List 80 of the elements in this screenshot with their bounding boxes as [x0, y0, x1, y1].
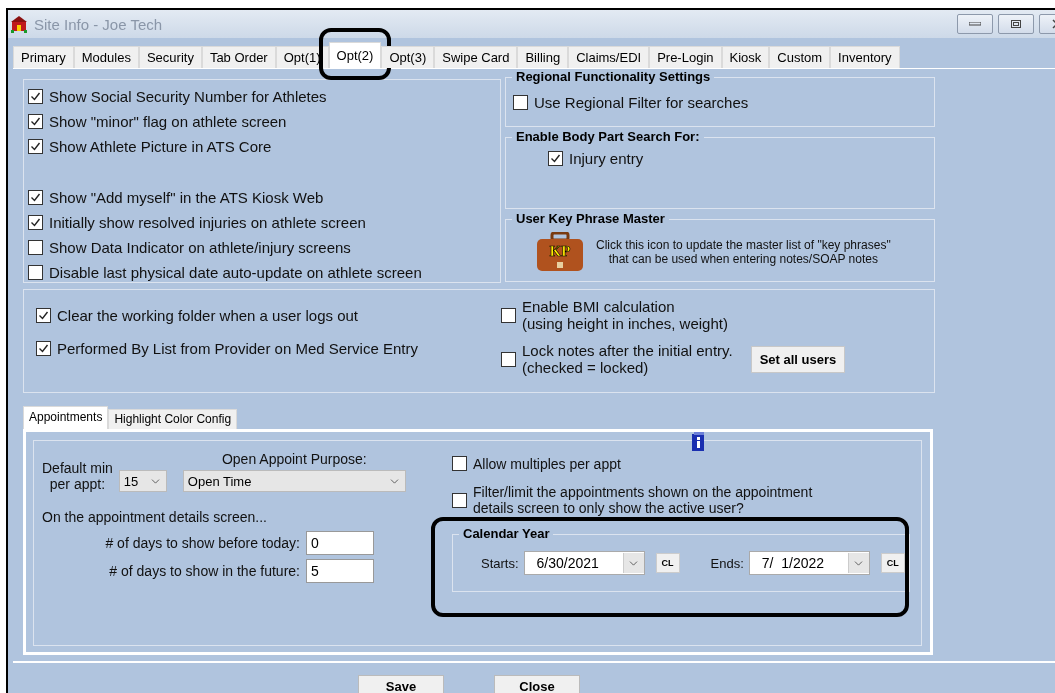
tab[interactable]: Billing — [517, 46, 569, 68]
info-book-icon[interactable] — [691, 432, 705, 452]
checkbox[interactable] — [501, 351, 516, 367]
checkbox[interactable] — [548, 151, 563, 166]
number-input[interactable]: 5 — [306, 559, 374, 583]
tab[interactable]: Pre-Login — [649, 46, 722, 68]
checkbox[interactable] — [452, 492, 467, 508]
field-label: Ends: — [710, 555, 744, 571]
option-label: Enable BMI calculation — [522, 298, 676, 315]
field-label: # of days to show before today: — [105, 535, 300, 551]
checkbox[interactable] — [501, 307, 516, 323]
checkbox[interactable] — [28, 190, 43, 205]
tab[interactable]: Claims/EDI — [568, 46, 650, 68]
description-text: that can be used when entering notes/SOAP notes — [608, 252, 878, 266]
minimize-button[interactable] — [957, 14, 993, 34]
date-picker[interactable]: 6/30/2021 — [523, 551, 645, 575]
tab[interactable]: Modules — [73, 46, 139, 68]
checkbox[interactable] — [452, 456, 467, 471]
field-label: # of days to show in the future: — [109, 563, 300, 579]
checkbox[interactable] — [513, 95, 528, 110]
section-heading: On the appointment details screen... — [42, 509, 268, 525]
tab[interactable]: Opt(3) — [381, 46, 435, 68]
option-label: Show "minor" flag on athlete screen — [49, 113, 287, 130]
option-label: Use Regional Filter for searches — [534, 94, 749, 111]
checkbox[interactable] — [28, 240, 43, 255]
window-title: Site Info - Joe Tech — [34, 15, 164, 33]
group-title: Calendar Year — [459, 526, 554, 541]
clear-button[interactable]: CL — [655, 553, 680, 573]
field-label: Starts: — [481, 555, 519, 571]
checkbox[interactable] — [28, 215, 43, 230]
checkbox[interactable] — [36, 341, 51, 356]
clear-button[interactable]: CL — [880, 553, 905, 573]
option-label: details screen to only show the active user? — [473, 500, 745, 516]
checkbox[interactable] — [28, 89, 43, 104]
purpose-dropdown[interactable]: Open Time — [182, 470, 406, 492]
group-title: Enable Body Part Search For: — [512, 129, 704, 144]
minimize-icon — [969, 22, 981, 26]
save-button[interactable]: Save — [358, 675, 444, 693]
checkbox[interactable] — [28, 265, 43, 280]
tab[interactable]: Inventory — [830, 46, 900, 68]
set-all-users-button[interactable]: Set all users — [750, 345, 846, 373]
option-label: Injury entry — [569, 150, 644, 167]
tab[interactable]: Kiosk — [721, 46, 770, 68]
field-label: per appt: — [49, 476, 106, 492]
maximize-icon — [1011, 20, 1021, 28]
option-label: Show Social Security Number for Athletes — [49, 88, 327, 105]
option-label: Allow multiples per appt — [473, 455, 621, 472]
tab[interactable]: Highlight Color Config — [108, 409, 238, 429]
tab[interactable]: Security — [138, 46, 202, 68]
option-label: Filter/limit the appointments shown on the appointment — [473, 484, 813, 500]
option-label: Lock notes after the initial entry. — [522, 342, 733, 359]
option-label: Show Athlete Picture in ATS Core — [49, 138, 272, 155]
option-label: Clear the working folder when a user logs out — [57, 307, 358, 324]
checkbox[interactable] — [28, 114, 43, 129]
field-label: Open Appoint Purpose: — [221, 451, 367, 467]
checkbox[interactable] — [36, 308, 51, 323]
option-label: Show "Add myself" in the ATS Kiosk Web — [49, 189, 324, 206]
tab[interactable]: Opt(2) — [328, 42, 382, 68]
maximize-button[interactable] — [998, 14, 1034, 34]
option-label: Show Data Indicator on athlete/injury screens — [49, 239, 351, 256]
option-label: Performed By List from Provider on Med Service Entry — [57, 340, 418, 357]
option-label: Initially show resolved injuries on athlete screen — [49, 214, 366, 231]
tab[interactable]: Primary — [13, 46, 74, 68]
tab[interactable]: Appointments — [23, 406, 109, 429]
field-label: Default min — [42, 460, 113, 476]
checkbox[interactable] — [28, 139, 43, 154]
option-label: (using height in inches, weight) — [522, 315, 728, 332]
date-picker[interactable]: 7/ 1/2022 — [748, 551, 870, 575]
tab[interactable]: Tab Order — [201, 46, 276, 68]
option-label: (checked = locked) — [522, 359, 650, 376]
tab[interactable]: Swipe Card — [434, 46, 518, 68]
group-title: Regional Functionality Settings — [512, 69, 715, 84]
minutes-dropdown[interactable]: 15 — [118, 470, 167, 492]
close-button[interactable]: Close — [494, 675, 580, 693]
group-title: User Key Phrase Master — [512, 211, 669, 226]
building-icon — [10, 15, 28, 33]
option-label: Disable last physical date auto-update on athlete screen — [49, 264, 422, 281]
tab[interactable]: Custom — [769, 46, 831, 68]
number-input[interactable]: 0 — [306, 531, 374, 555]
description-text: Click this icon to update the master list of "key phrases" — [596, 238, 891, 252]
